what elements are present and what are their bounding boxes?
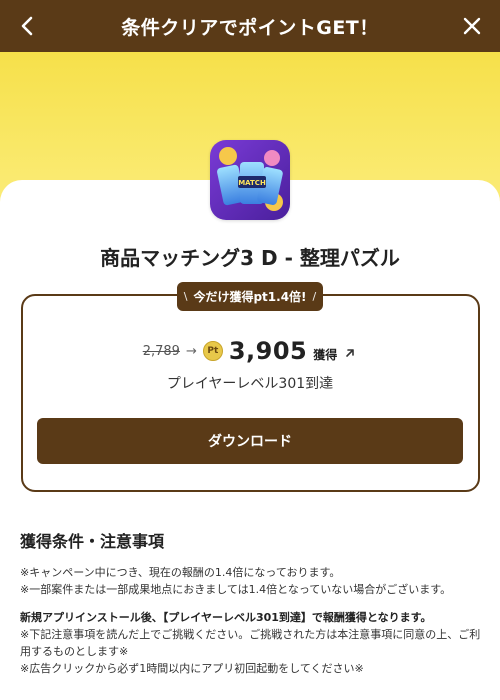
arrow-right-icon: → (185, 343, 197, 359)
close-icon (463, 17, 481, 35)
note-line: ※下記注意事項を読んだ上でご挑戦ください。ご挑戦された方は本注意事項に同意の上、… (20, 628, 481, 658)
app-name: 商品マッチング3 D - 整理パズル (100, 246, 400, 270)
note-line: ※キャンペーン中につき、現在の報酬の1.4倍になっております。 (20, 566, 341, 579)
page-title: 条件クリアでポイントGET！ (121, 16, 379, 39)
note-line: ※一部案件または一部成果地点におきましては1.4倍となっていない場合がございます… (20, 583, 452, 596)
points-suffix: 獲得 (313, 347, 338, 362)
notes-title: 獲得条件・注意事項 (20, 532, 165, 551)
external-link-icon[interactable] (343, 346, 357, 360)
note-strong-line: 新規アプリインストール後、【プレイヤーレベル301到達】で報酬獲得となります。 (20, 611, 432, 624)
badge-right-mark: / (312, 290, 317, 303)
download-button[interactable]: ダウンロード (37, 418, 463, 464)
badge-left-mark: \ (183, 290, 188, 303)
close-button[interactable] (446, 0, 498, 52)
badge-label: 今だけ獲得pt1.4倍! (193, 290, 307, 304)
point-coin-label: Pt (207, 346, 219, 356)
points-row: 2,789 → Pt 3,905 獲得 (0, 336, 500, 366)
campaign-badge: \ 今だけ獲得pt1.4倍! / (177, 282, 323, 311)
notes-list: ※キャンペーン中につき、現在の報酬の1.4倍になっております。 ※一部案件または… (20, 564, 482, 677)
new-points: 3,905 (228, 337, 308, 365)
app-icon-text: MATCH (238, 179, 266, 187)
top-header: 条件クリアでポイントGET！ (0, 0, 500, 52)
chevron-left-icon (21, 16, 33, 36)
achievement-condition: プレイヤーレベル301到達 (166, 376, 334, 392)
note-line: ※広告クリックから必ず1時間以内にアプリ初回起動をしてください※ (20, 662, 364, 675)
back-button[interactable] (2, 0, 54, 52)
old-points: 2,789 (142, 343, 180, 359)
app-icon: MATCH (210, 140, 290, 220)
point-coin-icon: Pt (202, 341, 223, 361)
